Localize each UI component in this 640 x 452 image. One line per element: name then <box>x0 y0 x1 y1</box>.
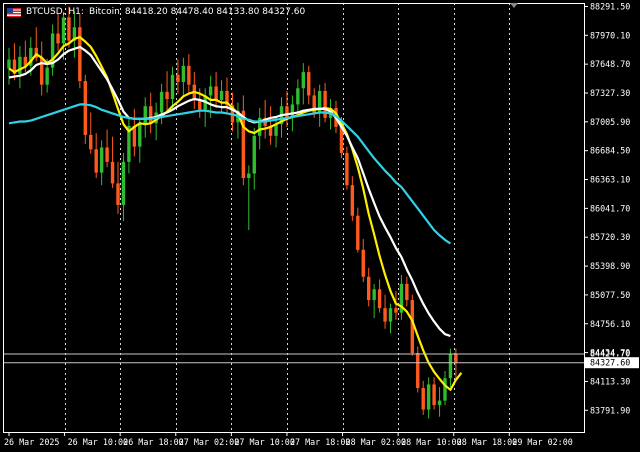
candle-body <box>94 149 98 173</box>
candle-body <box>165 91 169 100</box>
candle-body <box>45 67 49 85</box>
candle-body <box>383 308 387 322</box>
y-tick-label: 87648.70 <box>590 59 630 69</box>
candle-body <box>426 384 431 410</box>
y-tick-label: 87327.30 <box>590 88 630 98</box>
candle-body <box>367 276 371 301</box>
candle-body <box>99 147 104 173</box>
candle-body <box>105 147 109 162</box>
candle-body <box>18 56 22 74</box>
symbol-label: BTCUSD <box>26 7 63 17</box>
x-tick-label: 27 Mar 10:00 <box>234 437 295 447</box>
candle-body <box>405 283 409 301</box>
candle-body <box>116 183 120 205</box>
x-tick-label: 28 Mar 10:00 <box>401 437 462 447</box>
moving-average-slow <box>8 103 452 245</box>
candle-body <box>296 88 300 105</box>
candle-body <box>377 289 382 309</box>
x-tick-label: 29 Mar 02:00 <box>512 437 573 447</box>
candle-body <box>252 135 256 174</box>
candle-body <box>121 161 126 205</box>
x-tick-label: 26 Mar 10:00 <box>68 437 129 447</box>
us-flag-icon <box>7 7 21 17</box>
candle-body <box>350 185 355 216</box>
y-tick-label: 85398.90 <box>590 261 630 271</box>
y-tick-label: 85077.50 <box>590 290 630 300</box>
candle-body <box>443 378 447 401</box>
candle-body <box>454 353 458 363</box>
y-tick-label: 83791.90 <box>590 405 630 415</box>
candle-body <box>143 106 147 125</box>
candle-body <box>208 86 213 96</box>
x-tick-label: 28 Mar 02:00 <box>346 437 407 447</box>
y-tick-label: 87970.10 <box>590 30 630 40</box>
candle-body <box>149 106 153 124</box>
y-tick-label: 84113.30 <box>590 376 630 386</box>
chart-window[interactable]: 88291.50 87970.10 87648.70 87327.30 87005.90… <box>0 0 640 452</box>
candle-body <box>394 308 398 313</box>
candle-body <box>7 59 11 69</box>
candle-body <box>285 106 289 118</box>
x-tick-label: 26 Mar 18:00 <box>123 437 184 447</box>
candle-body <box>307 72 311 96</box>
moving-averages <box>8 35 463 391</box>
y-tick-label: 87005.90 <box>590 117 630 127</box>
candle-body <box>110 161 115 184</box>
candle-body <box>89 134 93 150</box>
x-tick-label: 27 Mar 02:00 <box>179 437 240 447</box>
candle-body <box>181 65 186 82</box>
moving-average-fast <box>8 35 463 391</box>
candle-body <box>356 215 360 250</box>
candle-body <box>241 110 246 179</box>
y-tick-label: 86363.10 <box>590 175 630 185</box>
bid-ask-lines <box>3 353 584 364</box>
price-chart[interactable]: 88291.50 87970.10 87648.70 87327.30 87005.90… <box>0 0 640 452</box>
chart-header: BTCUSD, H1: Bitcoin 84418.20 84478.40 84… <box>7 4 305 20</box>
timeframe-label: , H1: <box>62 7 84 17</box>
moving-average-mid <box>8 45 451 338</box>
candle-body <box>56 33 60 44</box>
grid-lines <box>65 3 510 432</box>
candle-body <box>247 173 251 179</box>
candle-body <box>416 353 420 389</box>
candle-body <box>138 124 142 147</box>
candle-body <box>361 249 365 277</box>
candle-body <box>67 17 71 41</box>
description-label: Bitcoin <box>88 7 120 17</box>
candle-body <box>159 91 164 113</box>
candle-body <box>214 86 218 100</box>
candle-body <box>372 289 376 301</box>
candle-body <box>187 65 191 85</box>
y-tick-label: 85720.30 <box>590 232 630 242</box>
x-tick-label: 28 Mar 18:00 <box>457 437 518 447</box>
candle-body <box>40 57 44 85</box>
candle-body <box>219 90 224 100</box>
candles <box>7 6 458 419</box>
axes <box>3 3 588 436</box>
candle-body <box>345 152 349 186</box>
y-tick-label: 84756.10 <box>590 319 630 329</box>
ohlc-readout: 84418.20 84478.40 84133.80 84327.60 <box>124 7 306 17</box>
x-tick-label: 27 Mar 18:00 <box>290 437 351 447</box>
candle-body <box>83 81 87 135</box>
candle-body <box>323 90 327 118</box>
chart-shift-icon <box>510 3 518 8</box>
candle-body <box>170 74 175 100</box>
x-tick-label: 26 Mar 2025 <box>4 437 59 447</box>
plot-frame <box>3 3 585 433</box>
candle-body <box>421 388 425 410</box>
candle-body <box>388 308 393 322</box>
candle-body <box>301 72 305 89</box>
candle-body <box>61 17 66 44</box>
candle-body <box>78 27 82 82</box>
candle-body <box>437 400 442 406</box>
y-tick-label: 86041.70 <box>590 203 630 213</box>
candle-body <box>448 353 453 379</box>
candle-body <box>432 384 436 406</box>
y-tick-label: 88291.50 <box>590 1 630 11</box>
y-tick-label: 86684.50 <box>590 146 630 156</box>
candle-body <box>176 74 180 82</box>
bid-price-label: 84327.60 <box>590 358 630 368</box>
